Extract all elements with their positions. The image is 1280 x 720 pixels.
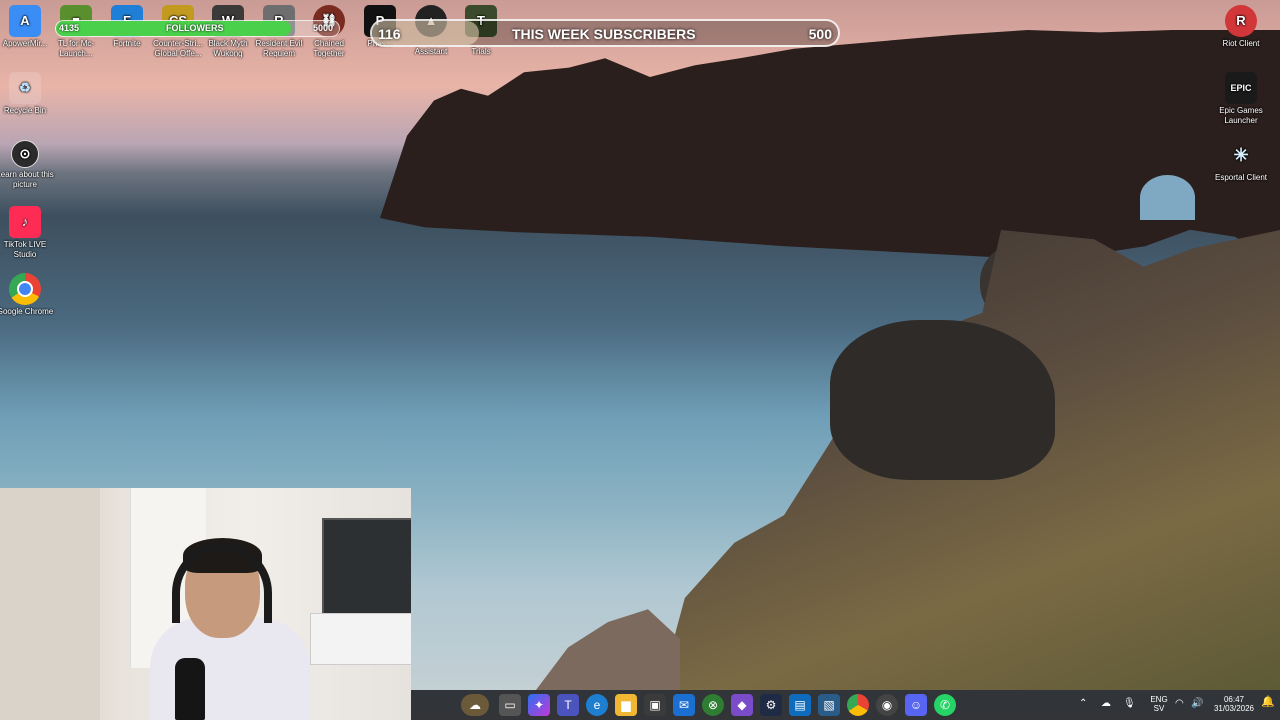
language-top: ENG (1150, 695, 1168, 704)
obs-icon[interactable]: ◉ (876, 694, 898, 716)
desktop-icon-label: Learn about this picture (0, 170, 54, 189)
clock-time: 06:47 (1223, 695, 1245, 704)
wallpaper-cliff (380, 30, 1280, 265)
epic-logo-text: EPIC (1230, 83, 1252, 93)
desktop-icon-recycle-bin[interactable]: ♻ Recycle Bin (0, 72, 55, 116)
clock[interactable]: 06:47 31/03/2026 (1211, 695, 1257, 713)
subscribers-label: THIS WEEK SUBSCRIBERS (512, 26, 696, 42)
webcam-tv-stand (310, 613, 411, 665)
desktop-icon-label: Riot Client (1222, 39, 1260, 48)
clock-date: 31/03/2026 (1213, 704, 1255, 713)
desktop-icon-label: Chained Together (313, 39, 345, 58)
desktop-icon-label: Fortnite (113, 39, 141, 48)
steam-icon[interactable]: ⚙ (760, 694, 782, 716)
gallery-icon[interactable]: ▤ (789, 694, 811, 716)
desktop-icon-label: Resident Evil Requiem (255, 39, 303, 58)
taskbar-task-view-button[interactable]: ▭ (499, 694, 521, 716)
followers-goal: 5000 (312, 23, 333, 33)
subscribers-goal-bar: 116 THIS WEEK SUBSCRIBERS 500 (370, 19, 840, 47)
store-icon[interactable]: ▣ (644, 694, 666, 716)
volume-icon[interactable]: 🔊 (1191, 699, 1203, 709)
desktop-icon-tiktok[interactable]: ♪ TikTok LIVE Studio (0, 206, 55, 260)
xbox-icon[interactable]: ⊗ (702, 694, 724, 716)
language-bottom: SV (1153, 704, 1165, 713)
desktop-icon-label: TL for Mc-Launch... (57, 39, 95, 58)
wifi-icon[interactable]: ◠ (1175, 699, 1184, 709)
tray-mic-icon[interactable]: 🎙 (1123, 699, 1136, 709)
photos-icon[interactable]: ◆ (731, 694, 753, 716)
taskbar-widgets-button[interactable]: ☁ (461, 694, 489, 716)
recycle-bin-icon: ♻ (9, 72, 41, 104)
riot-icon: R (1225, 5, 1257, 37)
webcam-streamer (150, 533, 310, 720)
teams-icon[interactable]: T (557, 694, 579, 716)
wallpaper-arch (1140, 175, 1195, 220)
whatsapp-icon[interactable]: ✆ (934, 694, 956, 716)
wallpaper-rock-small (536, 609, 680, 690)
wallpaper-boulder (830, 320, 1055, 480)
taskbar: ☁ ▭ ✦ T e ▆ ▣ ✉ ⊗ ◆ ⚙ ▤ ▧ ◉ ☺ ✆ ⌃ ☁ 🎙 EN… (411, 690, 1280, 720)
learn-picture-icon: ⊙ (11, 140, 39, 168)
desktop-icon-label: Counter-Stri... Global Offe... (153, 39, 203, 58)
copilot-icon[interactable]: ✦ (528, 694, 550, 716)
language-indicator[interactable]: ENG SV (1146, 695, 1172, 713)
chrome-icon (9, 273, 41, 305)
desktop-icon-epic[interactable]: EPIC Epic Games Launcher (1211, 72, 1271, 126)
chrome-taskbar-icon[interactable] (847, 694, 869, 716)
desktop-icon-learn-picture[interactable]: ⊙ Learn about this picture (0, 140, 55, 190)
followers-goal-bar: 4135 FOLLOWERS 5000 (55, 20, 340, 37)
notification-bell-icon[interactable]: 🔔 (1261, 697, 1275, 708)
desktop-icon-label: Recycle Bin (3, 106, 47, 115)
epic-icon: EPIC (1225, 72, 1257, 104)
webcam-tv (322, 518, 411, 617)
webcam-chair (0, 488, 100, 720)
mail-icon[interactable]: ✉ (673, 694, 695, 716)
tray-app-icon[interactable]: ☁ (1101, 699, 1111, 709)
desktop-icon-label: Black Myth Wukong (208, 39, 248, 58)
desktop-icon-label: ApowerMir... (2, 39, 48, 48)
desktop-icon-label: TikTok LIVE Studio (3, 240, 47, 259)
esportal-icon: ✳ (1233, 145, 1249, 165)
webcam-overlay (0, 488, 411, 720)
desktop-icon-label: Esportal Client (1214, 173, 1268, 182)
followers-current: 4135 (59, 23, 80, 33)
tray-overflow-chevron-icon[interactable]: ⌃ (1079, 699, 1087, 709)
apowermirror-icon: A (9, 5, 41, 37)
tiktok-icon: ♪ (9, 206, 41, 238)
microphone-icon (175, 658, 205, 720)
subscribers-current: 116 (378, 26, 401, 42)
followers-label: FOLLOWERS (166, 23, 224, 33)
desktop-icon-label: Google Chrome (0, 307, 54, 316)
desktop-icon-label: Epic Games Launcher (1219, 106, 1263, 125)
edge-icon[interactable]: e (586, 694, 608, 716)
desktop-icon-label: Trials (471, 47, 491, 56)
desktop-icon-esportal[interactable]: ✳ Esportal Client (1211, 139, 1271, 183)
desktop-icon-riot[interactable]: R Riot Client (1211, 5, 1271, 49)
file-explorer-icon[interactable]: ▆ (615, 694, 637, 716)
discord-icon[interactable]: ☺ (905, 694, 927, 716)
screenshot-icon[interactable]: ▧ (818, 694, 840, 716)
subscribers-goal: 500 (808, 26, 832, 42)
desktop-icon-chrome[interactable]: Google Chrome (0, 273, 55, 317)
